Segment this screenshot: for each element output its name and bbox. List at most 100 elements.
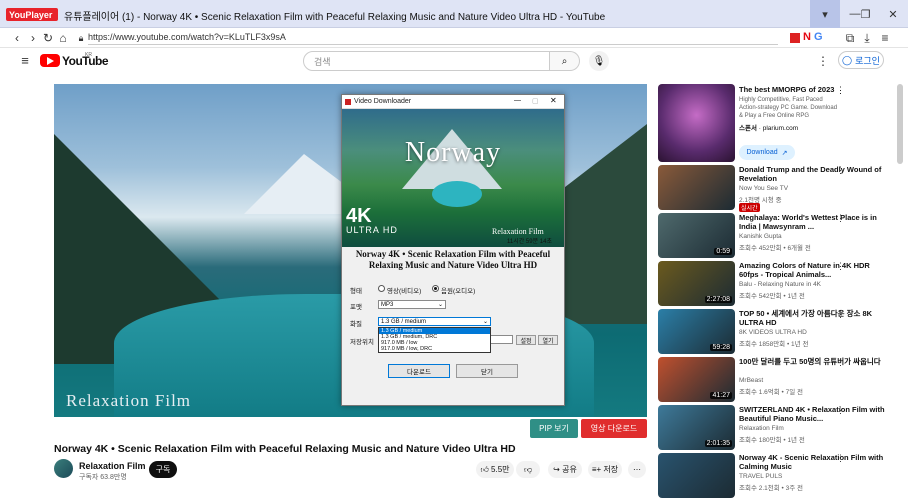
recommendation-title[interactable]: Norway 4K - Scenic Relaxation Film with … — [739, 453, 889, 471]
recommendation-meta: 조회수 2.1천회 • 3주 전 — [739, 485, 804, 492]
channel-avatar[interactable] — [54, 459, 73, 478]
more-options-icon[interactable]: ⋮ — [816, 54, 830, 68]
recommendation-item[interactable]: Donald Trump and the Deadly Wound of Rev… — [658, 165, 898, 213]
recommendation-item[interactable]: Norway 4K - Scenic Relaxation Film with … — [658, 453, 898, 501]
quality-option[interactable]: 917.0 MB / low, DRC — [379, 346, 490, 352]
recommendation-title[interactable]: Meghalaya: World's Wettest Place is in I… — [739, 213, 889, 231]
chevron-down-icon: ⌄ — [437, 302, 443, 308]
recommendation-item[interactable]: 2:27:08 Amazing Colors of Nature in 4K HD… — [658, 261, 898, 309]
subscribe-button[interactable]: 구독 — [149, 461, 177, 478]
extension-red-icon[interactable] — [790, 33, 800, 43]
video-downloader-dialog: Video Downloader — ▢ ✕ Norway 4K ULTRA H… — [341, 94, 565, 406]
format-select[interactable]: MP3 ⌄ — [378, 300, 446, 309]
recommendation-title[interactable]: Donald Trump and the Deadly Wound of Rev… — [739, 165, 889, 183]
recommendation-menu-icon[interactable]: ⋮ — [836, 213, 845, 224]
dialog-download-button[interactable]: 다운로드 — [388, 364, 450, 378]
duration-badge: 2:01:35 — [704, 440, 732, 447]
pip-button[interactable]: PIP 보기 — [530, 419, 578, 438]
youtube-logo-icon[interactable] — [40, 54, 60, 67]
back-button[interactable]: ‹ — [10, 31, 24, 45]
reload-button[interactable]: ↻ — [41, 31, 55, 45]
like-button[interactable]: 👍︎ 5.5만 — [476, 461, 514, 478]
quality-dropdown-list[interactable]: 1.3 GB / medium 1.3 GB / medium, DRC 917… — [378, 327, 491, 353]
video-title: Norway 4K • Scenic Relaxation Film with … — [54, 443, 516, 455]
translate-icon[interactable]: ⧉ — [843, 31, 857, 45]
share-label: 공유 — [562, 465, 577, 474]
login-button[interactable]: ◯ 로그인 — [838, 51, 884, 69]
netflix-icon[interactable]: N — [803, 31, 811, 43]
mic-button[interactable]: 🎙︎ — [589, 51, 609, 71]
close-window-button[interactable]: ✕ — [878, 0, 908, 28]
ad-sponsor: 스폰서 · plarium.com — [739, 125, 799, 132]
type-video-radio[interactable] — [378, 285, 385, 292]
pin-icon: ▾ — [822, 8, 828, 21]
video-download-button[interactable]: 영상 다운로드 — [581, 419, 647, 438]
recommendation-item[interactable]: 2:01:35 SWITZERLAND 4K • Relaxation Film … — [658, 405, 898, 453]
dialog-duration: 11시간 59분 14초 — [507, 239, 552, 245]
search-input[interactable]: 검색 — [303, 51, 550, 71]
recommendation-thumbnail[interactable]: 0:59 — [658, 213, 735, 258]
dislike-button[interactable]: 👎︎ — [516, 461, 540, 478]
dialog-close-button[interactable]: 닫기 — [456, 364, 518, 378]
menu-icon[interactable]: ≡ — [878, 31, 892, 45]
google-icon[interactable]: G — [814, 31, 823, 43]
home-button[interactable]: ⌂ — [56, 31, 70, 45]
recommendation-thumbnail[interactable] — [658, 453, 735, 498]
recommendation-channel[interactable]: 8K VIDEOS ULTRA HD — [739, 329, 807, 336]
save-label: 저장 — [603, 465, 619, 474]
recommendation-title[interactable]: Amazing Colors of Nature in 4K HDR 60fps… — [739, 261, 889, 279]
recommendation-menu-icon[interactable]: ⋮ — [836, 357, 845, 368]
save-button[interactable]: ≡+ 저장 — [588, 461, 622, 478]
recommendation-menu-icon[interactable]: ⋮ — [836, 453, 845, 464]
recommendation-item[interactable]: 59:28 TOP 50 • 세계에서 가장 아름다운 장소 8K ULTRA H… — [658, 309, 898, 357]
recommendation-channel[interactable]: Relaxation Film — [739, 425, 784, 432]
recommendation-thumbnail[interactable]: 2:27:08 — [658, 261, 735, 306]
type-audio-radio[interactable] — [432, 285, 439, 292]
type-video-label[interactable]: 영상(비디오) — [387, 285, 421, 295]
recommendation-thumbnail[interactable]: 2:01:35 — [658, 405, 735, 450]
url-field[interactable]: https://www.youtube.com/watch?v=KLuTLF3x… — [88, 32, 778, 45]
recommendation-title[interactable]: 100만 달러를 두고 50명의 유튜버가 싸웁니다 — [739, 357, 889, 366]
dialog-minimize-icon[interactable]: — — [514, 97, 521, 104]
ad-title[interactable]: The best MMORPG of 2023 — [739, 85, 834, 94]
channel-name[interactable]: Relaxation Film — [79, 461, 146, 471]
close-icon: ✕ — [888, 8, 898, 21]
recommendation-channel[interactable]: Now You See TV — [739, 185, 788, 192]
thumbnail-title: Norway — [404, 137, 502, 168]
type-audio-label[interactable]: 음원(오디오) — [441, 285, 475, 295]
download-icon[interactable]: ⤓ — [860, 31, 874, 45]
open-button[interactable]: 열기 — [538, 335, 558, 345]
recommendation-channel[interactable]: MrBeast — [739, 377, 763, 384]
region-code: KR — [85, 52, 92, 58]
dialog-close-icon[interactable]: ✕ — [550, 96, 557, 105]
ad-thumbnail[interactable] — [658, 84, 735, 162]
recommendation-title[interactable]: SWITZERLAND 4K • Relaxation Film with Be… — [739, 405, 889, 423]
recommendation-channel[interactable]: TRAVEL PULS — [739, 473, 782, 480]
settings-button[interactable]: 설정 — [516, 335, 536, 345]
forward-button[interactable]: › — [26, 31, 40, 45]
recommendation-channel[interactable]: Kanishk Gupta — [739, 233, 782, 240]
recommendation-item[interactable]: 41:27 100만 달러를 두고 50명의 유튜버가 싸웁니다 MrBeast 조회… — [658, 357, 898, 405]
recommendation-menu-icon[interactable]: ⋮ — [836, 261, 845, 272]
more-actions-button[interactable]: ⋯ — [628, 461, 646, 478]
recommendation-thumbnail[interactable] — [658, 165, 735, 210]
pin-button[interactable]: ▾ — [810, 0, 840, 28]
scrollbar[interactable] — [897, 84, 903, 164]
recommendation-thumbnail[interactable]: 41:27 — [658, 357, 735, 402]
recommendation-menu-icon[interactable]: ⋮ — [836, 405, 845, 416]
hamburger-icon[interactable]: ≡ — [18, 53, 32, 68]
quality-label: 화질 — [350, 321, 362, 328]
recommendation-menu-icon[interactable]: ⋮ — [836, 309, 845, 320]
share-button[interactable]: ↪ 공유 — [548, 461, 582, 478]
recommendation-item[interactable]: 0:59 Meghalaya: World's Wettest Place is … — [658, 213, 898, 261]
recommendation-menu-icon[interactable]: ⋮ — [836, 165, 845, 176]
thumbnail-channel: Relaxation Film — [492, 227, 544, 236]
recommendation-thumbnail[interactable]: 59:28 — [658, 309, 735, 354]
search-button[interactable]: ⌕ — [550, 51, 580, 71]
maximize-button[interactable]: ❐ — [853, 0, 878, 28]
quality-select[interactable]: 1.3 GB / medium ⌄ — [378, 317, 491, 326]
recommendation-title[interactable]: TOP 50 • 세계에서 가장 아름다운 장소 8K ULTRA HD — [739, 309, 889, 327]
ad-menu-icon[interactable]: ⋮ — [836, 85, 845, 96]
recommendation-channel[interactable]: Balu - Relaxing Nature in 4K — [739, 281, 821, 288]
ad-download-button[interactable]: Download ↗ — [739, 145, 795, 160]
